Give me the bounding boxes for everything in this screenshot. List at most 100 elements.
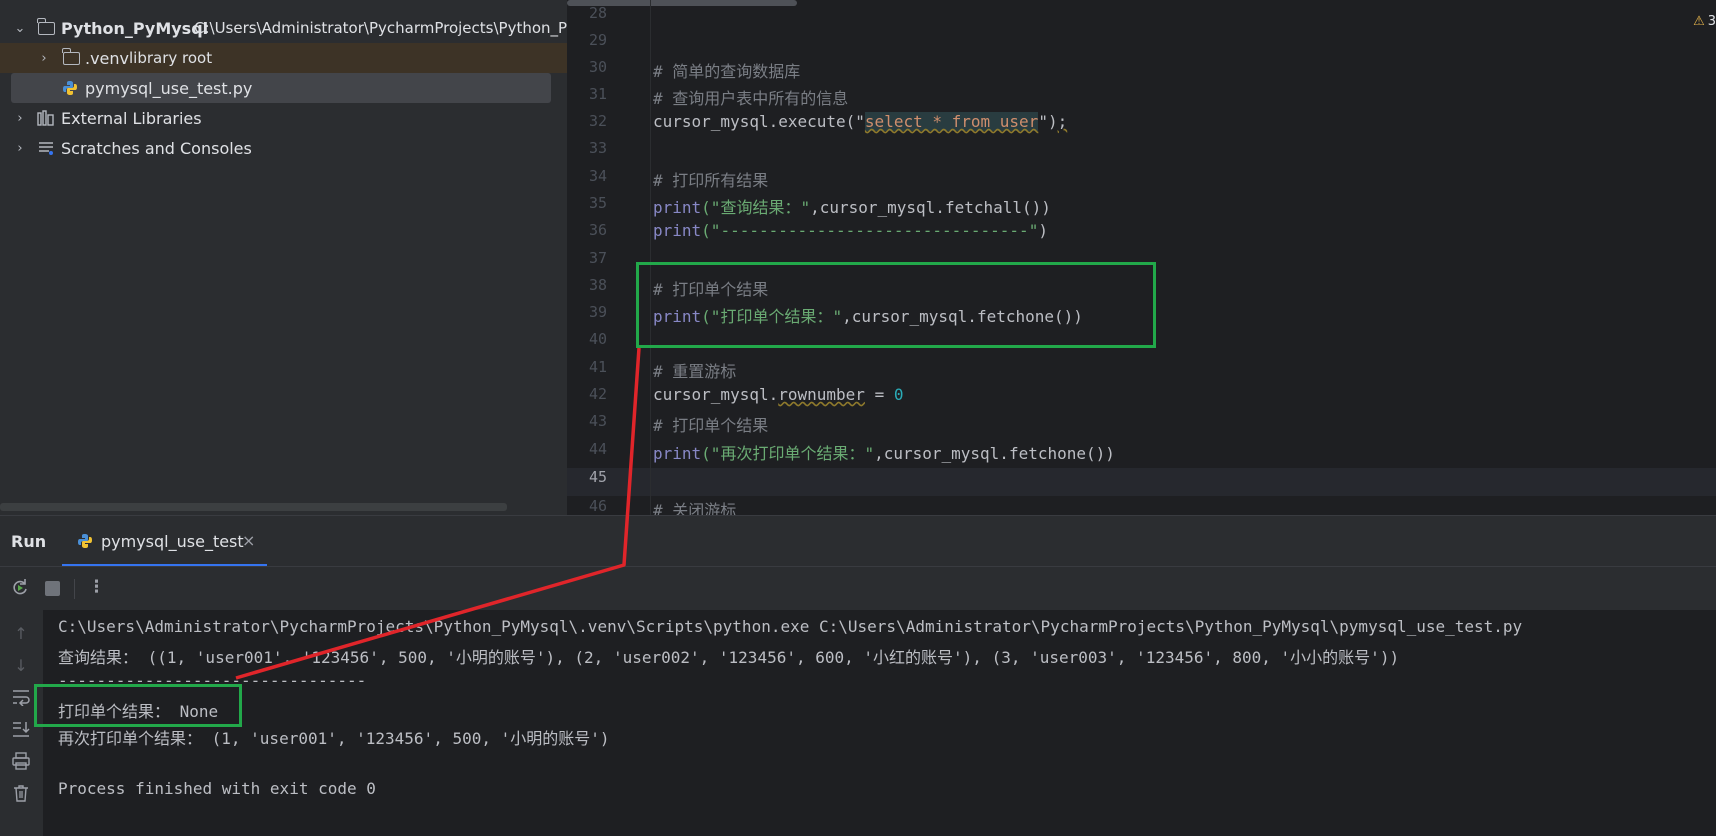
- tab-run-config[interactable]: pymysql_use_test ×: [62, 516, 267, 567]
- project-tool-window: ⌄ Python_PyMysql C:\Users\Administrator\…: [0, 0, 567, 515]
- line-number: 42: [588, 385, 607, 403]
- code-line-42: cursor_mysql.rownumber = 0: [653, 385, 903, 404]
- line-number: 32: [588, 112, 607, 130]
- line-number: 45: [588, 468, 607, 486]
- code-token: rownumber: [778, 385, 865, 404]
- code-token: ("查询结果：": [701, 198, 811, 217]
- console-line: C:\Users\Administrator\PycharmProjects\P…: [58, 617, 1523, 636]
- line-number: 40: [588, 330, 607, 348]
- run-title: Run: [11, 532, 47, 551]
- chevron-right-icon[interactable]: ›: [12, 111, 28, 126]
- tab-label: pymysql_use_test: [101, 532, 244, 551]
- code-token: print: [653, 221, 702, 240]
- line-number: 34: [588, 167, 607, 185]
- line-number: 29: [588, 31, 607, 49]
- soft-wrap-icon[interactable]: [10, 688, 32, 710]
- line-number: 44: [588, 440, 607, 458]
- code-token: ,cursor_mysql.fetchall()): [810, 198, 1051, 217]
- code-line-46: # 关闭游标: [653, 501, 737, 515]
- console-line: 再次打印单个结果： (1, 'user001', '123456', 500, …: [58, 729, 610, 748]
- rerun-icon[interactable]: [10, 577, 30, 602]
- code-token: cursor_mysql.: [653, 385, 779, 404]
- toolbar-separator: [74, 579, 75, 599]
- chevron-right-icon[interactable]: ›: [12, 141, 28, 156]
- code-line-31: # 查询用户表中所有的信息: [653, 89, 849, 108]
- tree-item-scratches[interactable]: › Scratches and Consoles: [0, 133, 567, 163]
- code-token: 0: [893, 385, 904, 404]
- line-number: 38: [588, 276, 607, 294]
- code-line-34: # 打印所有结果: [653, 171, 769, 190]
- more-icon[interactable]: ⋮: [88, 577, 105, 597]
- line-number: 30: [588, 58, 607, 76]
- scratches-icon: [37, 140, 55, 156]
- inspection-warnings[interactable]: ⚠ 3: [1693, 14, 1716, 29]
- code-token: "): [1038, 112, 1058, 131]
- line-number: 43: [588, 412, 607, 430]
- project-root-path: C:\Users\Administrator\PycharmProjects\P…: [194, 19, 567, 37]
- line-number: 33: [588, 139, 607, 157]
- arrow-up-icon[interactable]: ↑: [10, 624, 32, 643]
- code-line-36: print("--------------------------------"…: [653, 221, 1048, 240]
- code-token: ("--------------------------------": [701, 221, 1039, 240]
- code-line-43: # 打印单个结果: [653, 416, 769, 435]
- scratches-label: Scratches and Consoles: [61, 138, 252, 158]
- code-token: print: [653, 444, 702, 463]
- line-number: 35: [588, 194, 607, 212]
- tree-item-project-root[interactable]: ⌄ Python_PyMysql C:\Users\Administrator\…: [0, 13, 567, 43]
- console-line: Process finished with exit code 0: [58, 779, 376, 798]
- console-line: 查询结果： ((1, 'user001', '123456', 500, '小明…: [58, 648, 1400, 667]
- code-token: ;: [1057, 112, 1068, 131]
- warning-count: 3: [1707, 14, 1716, 29]
- code-line-44: print("再次打印单个结果：",cursor_mysql.fetchone(…: [653, 440, 1115, 464]
- line-number: 41: [588, 358, 607, 376]
- line-number: 36: [588, 221, 607, 239]
- trash-icon[interactable]: [10, 784, 32, 806]
- file-label: pymysql_use_test.py: [85, 78, 253, 98]
- code-editor[interactable]: ⚠ 3 28 29 30 31 32 33 34 35 36 37 38 39 40 41 42 43 44 45 4…: [567, 0, 1716, 515]
- external-libraries-label: External Libraries: [61, 108, 202, 128]
- code-line-35: print("查询结果：",cursor_mysql.fetchall()): [653, 194, 1051, 218]
- code-line-41: # 重置游标: [653, 362, 737, 381]
- line-number: 28: [588, 4, 607, 22]
- folder-icon: [61, 47, 80, 66]
- annotation-box-output: [34, 684, 242, 727]
- chevron-right-icon[interactable]: ›: [36, 51, 52, 66]
- venv-hint: library root: [129, 49, 213, 67]
- folder-icon: [36, 17, 55, 36]
- arrow-down-icon[interactable]: ↓: [10, 656, 32, 675]
- venv-label: .venv: [85, 48, 130, 68]
- line-number: 37: [588, 249, 607, 267]
- tree-item-file[interactable]: pymysql_use_test.py: [11, 73, 551, 103]
- code-token: ("再次打印单个结果：": [701, 444, 875, 463]
- current-line-highlight: [567, 468, 1716, 496]
- code-token: print: [653, 198, 702, 217]
- scroll-to-end-icon[interactable]: [10, 720, 32, 742]
- code-line-32: cursor_mysql.execute("select * from user…: [653, 112, 1067, 131]
- code-token: ,cursor_mysql.fetchone()): [874, 444, 1115, 463]
- run-tool-window-header: Run pymysql_use_test ×: [0, 515, 1716, 567]
- line-number: 39: [588, 303, 607, 321]
- print-icon[interactable]: [10, 752, 32, 774]
- chevron-down-icon[interactable]: ⌄: [12, 21, 28, 36]
- code-token: cursor_mysql.execute(": [653, 112, 865, 131]
- library-icon: [37, 110, 55, 126]
- tree-item-external-libraries[interactable]: › External Libraries: [0, 103, 567, 133]
- close-icon[interactable]: ×: [242, 531, 255, 550]
- line-number: 46: [588, 497, 607, 515]
- code-token: =: [864, 385, 894, 404]
- annotation-box-code: [636, 262, 1156, 348]
- sql-string: select * from user: [864, 112, 1039, 131]
- gutter-divider: [650, 0, 651, 515]
- project-root-name: Python_PyMysql: [61, 18, 209, 38]
- warning-icon: ⚠: [1693, 14, 1705, 29]
- line-number: 31: [588, 85, 607, 103]
- tree-item-venv[interactable]: › .venv library root: [0, 43, 567, 73]
- python-file-icon: [77, 533, 93, 553]
- horizontal-scrollbar[interactable]: [0, 503, 507, 511]
- stop-icon[interactable]: [45, 581, 60, 596]
- console-output[interactable]: C:\Users\Administrator\PycharmProjects\P…: [43, 610, 1716, 836]
- python-file-icon: [61, 80, 79, 96]
- run-toolbar: ⋮: [0, 566, 1716, 610]
- code-token: ): [1038, 221, 1048, 240]
- code-line-30: # 简单的查询数据库: [653, 62, 801, 81]
